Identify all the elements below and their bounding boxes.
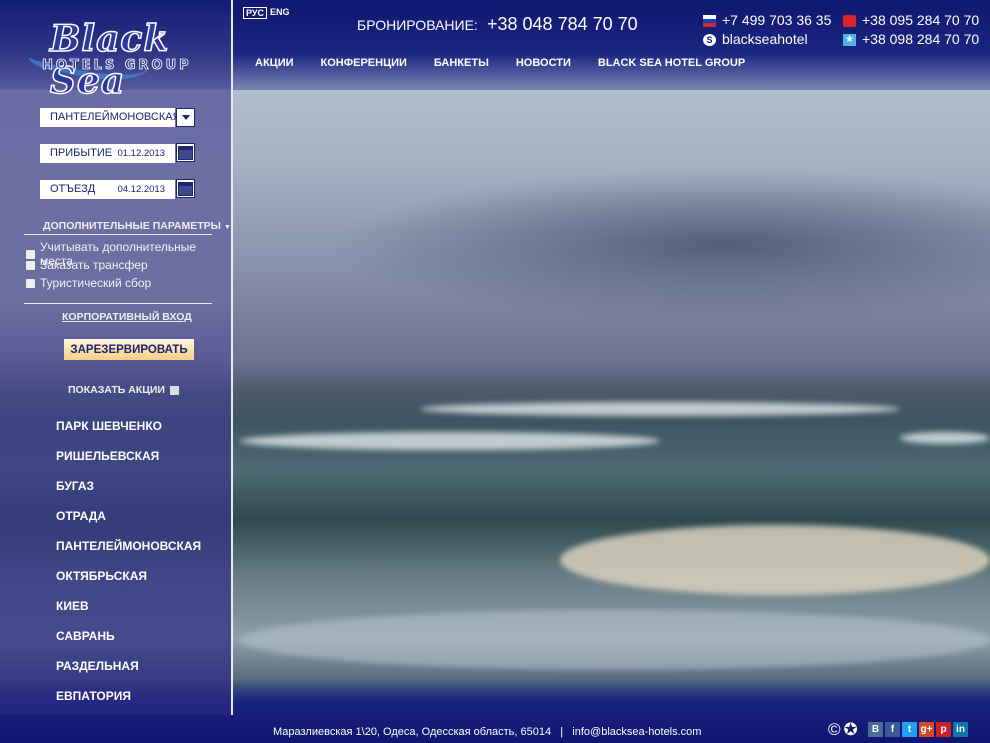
kyivstar-phone[interactable]: +38 098 284 70 70 bbox=[862, 30, 979, 49]
award-icon: ✪ bbox=[843, 720, 858, 739]
option-label: Заказать трансфер bbox=[40, 258, 148, 272]
hotel-link[interactable]: РИШЕЛЬЕВСКАЯ bbox=[56, 449, 201, 479]
footer-separator: | bbox=[560, 726, 564, 738]
copyright-icon: © bbox=[828, 720, 841, 739]
pinterest-icon[interactable]: p bbox=[936, 722, 951, 737]
hotel-link[interactable]: ОТРАДА bbox=[56, 509, 201, 539]
option-tourist-tax[interactable]: Туристический сбор bbox=[26, 276, 151, 290]
hotel-list: ПАРК ШЕВЧЕНКО РИШЕЛЬЕВСКАЯ БУГАЗ ОТРАДА … bbox=[56, 419, 201, 719]
hotel-link[interactable]: КИЕВ bbox=[56, 599, 201, 629]
mts-phone[interactable]: +38 095 284 70 70 bbox=[862, 11, 979, 30]
hotel-select-value: ПАНТЕЛЕЙМОНОВСКАЯ bbox=[50, 111, 181, 123]
options-title: ДОПОЛНИТЕЛЬНЫЕ ПАРАМЕТРЫ bbox=[43, 220, 221, 232]
arrival-label: ПРИБЫТИЕ bbox=[50, 147, 113, 159]
departure-field[interactable]: ОТЪЕЗД 04.12.2013 bbox=[40, 180, 175, 199]
option-label: Туристический сбор bbox=[40, 276, 152, 290]
wave-foam bbox=[900, 432, 990, 444]
booking-label: БРОНИРОВАНИЕ: bbox=[357, 17, 478, 33]
language-switcher: РУС ENG bbox=[243, 7, 290, 19]
facebook-icon[interactable]: f bbox=[885, 722, 900, 737]
corporate-login-link[interactable]: КОРПОРАТИВНЫЙ ВХОД bbox=[62, 311, 192, 323]
chevron-down-icon: ▼ bbox=[223, 224, 231, 231]
wave-foam bbox=[240, 432, 660, 450]
lang-en[interactable]: ENG bbox=[270, 7, 290, 19]
departure-label: ОТЪЕЗД bbox=[50, 183, 96, 195]
skype-handle[interactable]: blackseahotel bbox=[722, 30, 808, 49]
divider bbox=[24, 234, 212, 235]
social-links: Bf t g+ p in bbox=[868, 722, 968, 737]
show-promos-toggle[interactable]: ПОКАЗАТЬ АКЦИИ bbox=[68, 384, 179, 396]
mts-icon bbox=[843, 14, 856, 27]
arrival-calendar-button[interactable] bbox=[176, 143, 195, 162]
lang-ru[interactable]: РУС bbox=[243, 7, 267, 19]
cloud bbox=[330, 170, 990, 320]
hotel-link[interactable]: ПАНТЕЛЕЙМОНОВСКАЯ bbox=[56, 539, 201, 569]
ru-phone[interactable]: +7 499 703 36 35 bbox=[722, 11, 831, 30]
booking-phone[interactable]: +38 048 784 70 70 bbox=[487, 14, 638, 35]
kyivstar-icon: ★ bbox=[843, 33, 856, 46]
chevron-down-icon bbox=[181, 115, 190, 120]
arrival-field[interactable]: ПРИБЫТИЕ 01.12.2013 bbox=[40, 144, 175, 163]
contacts-right: +38 095 284 70 70 ★ +38 098 284 70 70 bbox=[843, 11, 979, 49]
logo-subtext: HOTELS GROUP bbox=[42, 58, 192, 74]
wave-foam bbox=[240, 610, 990, 670]
hotel-link[interactable]: ЕВПАТОРИЯ bbox=[56, 689, 201, 719]
footer: Маразлиевская 1\20, Одеса, Одесская обла… bbox=[273, 726, 701, 738]
vk-icon[interactable]: B bbox=[868, 722, 883, 737]
reserve-button[interactable]: ЗАРЕЗЕРВИРОВАТЬ bbox=[64, 339, 194, 360]
hotel-link[interactable]: РАЗДЕЛЬНАЯ bbox=[56, 659, 201, 689]
nav-conferences[interactable]: КОНФЕРЕНЦИИ bbox=[321, 57, 407, 69]
sidebar: Black Sea HOTELS GROUP ПАНТЕЛЕЙМОНОВСКАЯ… bbox=[0, 0, 233, 715]
departure-calendar-button[interactable] bbox=[176, 179, 195, 198]
calendar-icon bbox=[178, 145, 193, 160]
hotel-link[interactable]: ОКТЯБРЬСКАЯ bbox=[56, 569, 201, 599]
footer-email[interactable]: info@blacksea-hotels.com bbox=[572, 726, 701, 738]
departure-date: 04.12.2013 bbox=[117, 184, 165, 195]
hotel-link[interactable]: САВРАНЬ bbox=[56, 629, 201, 659]
nav-banquets[interactable]: БАНКЕТЫ bbox=[434, 57, 489, 69]
main-nav: АКЦИИ КОНФЕРЕНЦИИ БАНКЕТЫ НОВОСТИ BLACK … bbox=[255, 57, 772, 69]
nav-news[interactable]: НОВОСТИ bbox=[516, 57, 571, 69]
show-promos-label: ПОКАЗАТЬ АКЦИИ bbox=[68, 384, 165, 396]
divider bbox=[24, 303, 212, 304]
contacts-left: +7 499 703 36 35 Sblackseahotel bbox=[703, 11, 831, 49]
wave-crest bbox=[560, 525, 990, 595]
hotel-link[interactable]: БУГАЗ bbox=[56, 479, 201, 509]
nav-promos[interactable]: АКЦИИ bbox=[255, 57, 294, 69]
hotel-link[interactable]: ПАРК ШЕВЧЕНКО bbox=[56, 419, 201, 449]
arrival-date: 01.12.2013 bbox=[117, 148, 165, 159]
skype-icon: S bbox=[703, 33, 716, 46]
additional-options-toggle[interactable]: ДОПОЛНИТЕЛЬНЫЕ ПАРАМЕТРЫ ▼ bbox=[43, 220, 231, 232]
hotel-select[interactable]: ПАНТЕЛЕЙМОНОВСКАЯ bbox=[40, 108, 181, 127]
footer-badges: © ✪ bbox=[828, 720, 858, 740]
calendar-icon bbox=[178, 181, 193, 196]
logo[interactable]: Black Sea HOTELS GROUP bbox=[27, 17, 200, 103]
twitter-icon[interactable]: t bbox=[902, 722, 917, 737]
russia-flag-icon bbox=[703, 14, 716, 27]
option-transfer[interactable]: Заказать трансфер bbox=[26, 258, 148, 272]
wave-foam bbox=[420, 402, 900, 416]
footer-address: Маразлиевская 1\20, Одеса, Одесская обла… bbox=[273, 726, 552, 738]
checkbox[interactable] bbox=[26, 260, 35, 270]
nav-group[interactable]: BLACK SEA HOTEL GROUP bbox=[598, 57, 745, 69]
linkedin-icon[interactable]: in bbox=[953, 722, 968, 737]
hotel-select-dropdown-button[interactable] bbox=[176, 108, 195, 127]
checkbox[interactable] bbox=[26, 278, 35, 288]
checkbox[interactable] bbox=[169, 385, 179, 395]
google-plus-icon[interactable]: g+ bbox=[919, 722, 934, 737]
